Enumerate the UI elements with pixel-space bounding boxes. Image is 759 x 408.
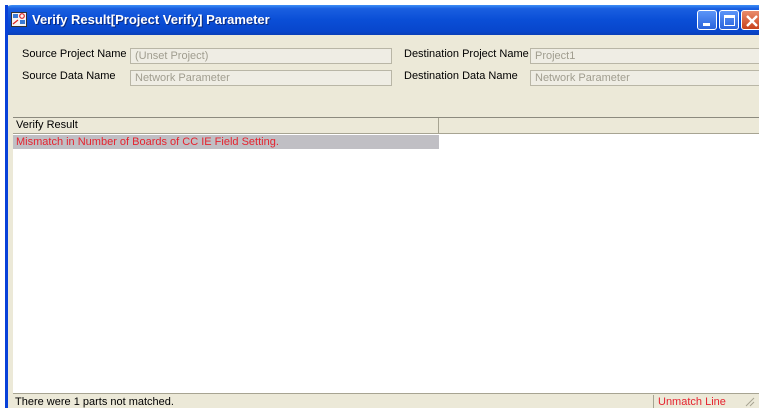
maximize-button[interactable] [719, 10, 739, 30]
unmatch-line-legend: Unmatch Line [658, 396, 726, 408]
column-header-verify-result[interactable]: Verify Result [13, 118, 439, 133]
maximize-icon [724, 15, 735, 26]
list-header: Verify Result [13, 118, 759, 134]
source-data-label: Source Data Name [22, 70, 116, 82]
status-bar: There were 1 parts not matched. Unmatch … [13, 393, 759, 408]
destination-project-field: Project1 [530, 48, 759, 64]
verify-result-window: Verify Result[Project Verify] Parameter … [5, 5, 759, 408]
verify-result-list[interactable]: Verify Result Mismatch in Number of Boar… [13, 117, 759, 393]
resize-grip-icon[interactable] [743, 395, 755, 408]
status-message: There were 1 parts not matched. [15, 396, 174, 408]
minimize-icon [703, 23, 710, 26]
source-project-field: (Unset Project) [130, 48, 392, 64]
minimize-button[interactable] [697, 10, 717, 30]
verify-app-icon [11, 12, 27, 27]
destination-project-label: Destination Project Name [404, 48, 529, 60]
source-data-field: Network Parameter [130, 70, 392, 86]
destination-data-field: Network Parameter [530, 70, 759, 86]
close-button[interactable] [741, 10, 759, 30]
close-icon [746, 15, 758, 27]
window-title: Verify Result[Project Verify] Parameter [32, 12, 270, 27]
mismatch-row[interactable]: Mismatch in Number of Boards of CC IE Fi… [13, 135, 439, 149]
destination-data-label: Destination Data Name [404, 70, 518, 82]
source-project-label: Source Project Name [22, 48, 127, 60]
status-divider [653, 395, 654, 408]
title-bar[interactable]: Verify Result[Project Verify] Parameter [8, 5, 759, 35]
